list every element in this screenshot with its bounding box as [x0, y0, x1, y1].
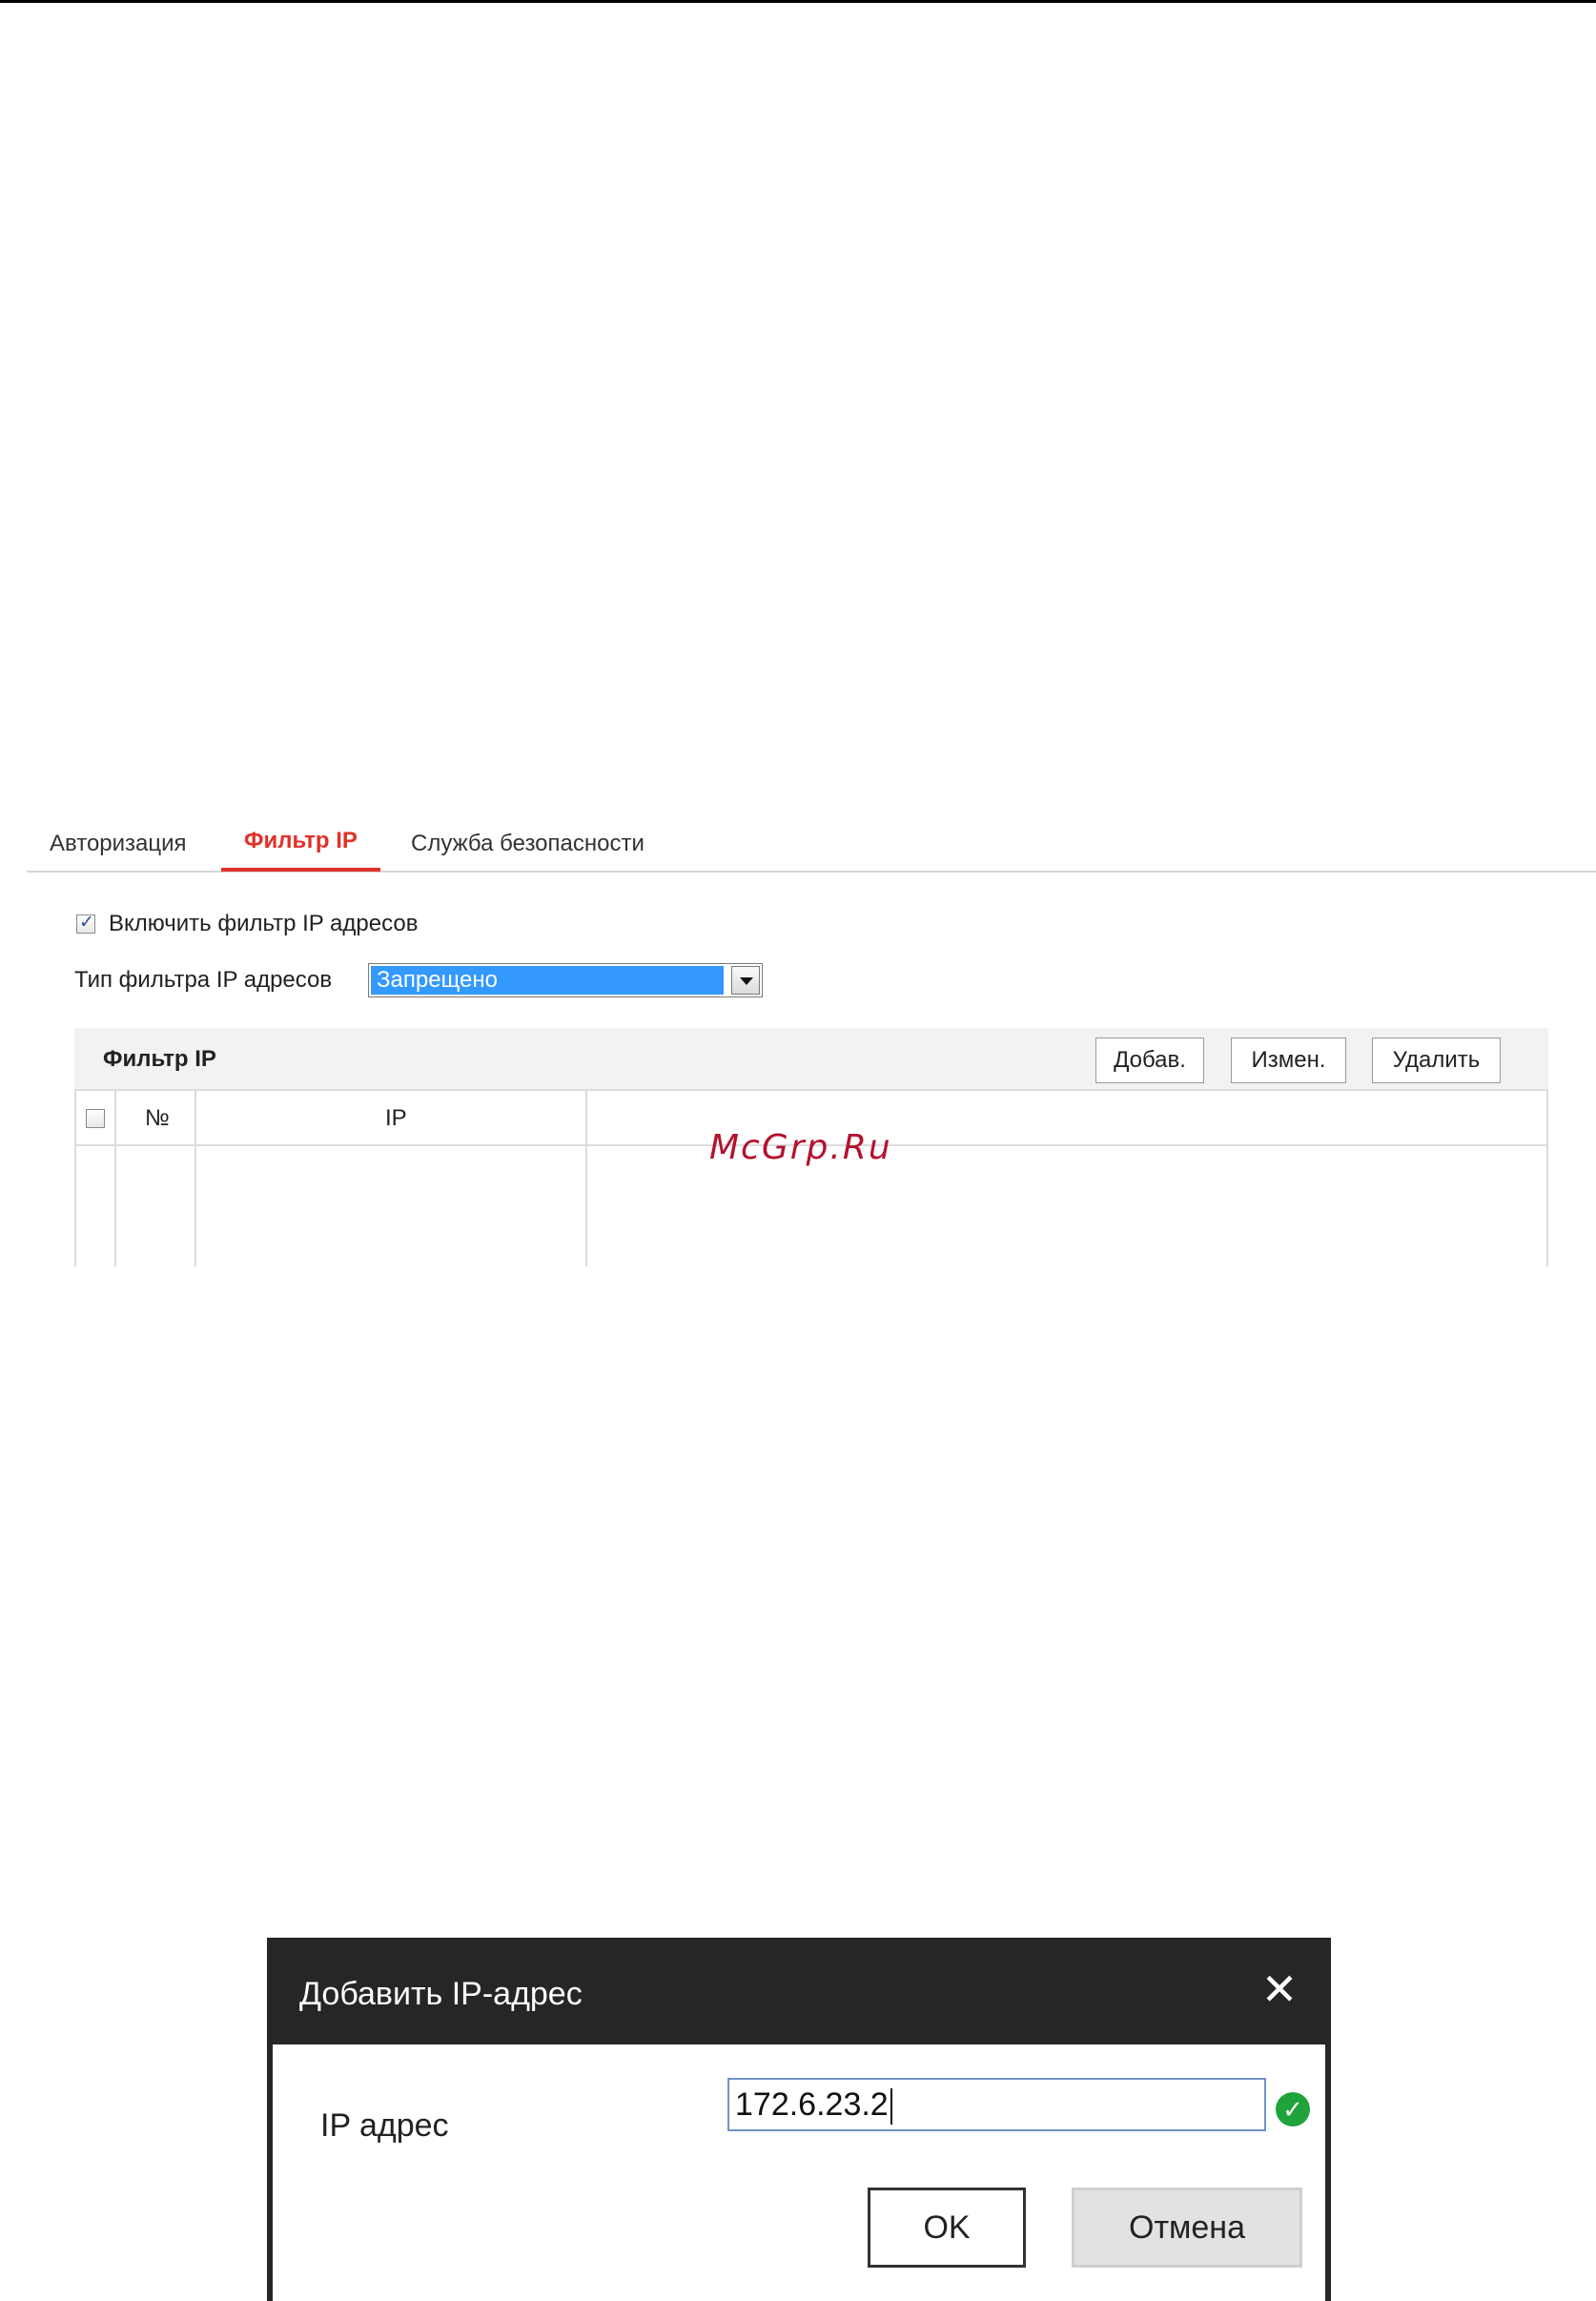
- filter-type-label: Тип фильтра IP адресов: [74, 967, 333, 993]
- enable-filter-checkbox[interactable]: [76, 912, 95, 934]
- cancel-button[interactable]: Отмена: [1072, 2188, 1302, 2268]
- select-all-checkbox[interactable]: [86, 1109, 105, 1128]
- filter-type-select[interactable]: Запрещено: [368, 963, 763, 997]
- enable-filter-label: Включить фильтр IP адресов: [109, 911, 419, 936]
- ip-filter-table: № IP: [74, 1089, 1548, 1266]
- ip-address-label: IP адрес: [320, 2107, 449, 2144]
- watermark: McGrp.Ru: [709, 1128, 892, 1167]
- ip-address-value: 172.6.23.2: [735, 2086, 889, 2123]
- filter-type-selected-value: Запрещено: [371, 966, 724, 995]
- ip-address-input[interactable]: 172.6.23.2: [727, 2078, 1266, 2131]
- tab-ip-filter[interactable]: Фильтр IP: [221, 828, 380, 872]
- ok-button[interactable]: OK: [868, 2188, 1026, 2268]
- tab-authorization[interactable]: Авторизация: [50, 831, 187, 857]
- column-header-number: №: [145, 1105, 170, 1131]
- ip-filter-header: Фильтр IP Добав. Измен. Удалить: [74, 1028, 1548, 1089]
- settings-tabs: Авторизация Фильтр IP Служба безопасност…: [27, 813, 1596, 873]
- column-divider: [114, 1089, 116, 1266]
- dialog-title: Добавить IP-адрес: [299, 1976, 583, 2012]
- add-button[interactable]: Добав.: [1095, 1038, 1204, 1083]
- column-divider: [585, 1089, 587, 1266]
- tab-security-service[interactable]: Служба безопасности: [411, 831, 645, 857]
- dialog-title-bar: Добавить IP-адрес ✕: [267, 1938, 1331, 2044]
- text-caret: [890, 2088, 892, 2126]
- close-icon[interactable]: ✕: [1257, 1966, 1302, 2012]
- enable-filter-row: Включить фильтр IP адресов: [76, 910, 418, 938]
- filter-type-row: Тип фильтра IP адресов Запрещено: [74, 963, 763, 997]
- page-top-rule: [0, 0, 1596, 3]
- chevron-down-icon[interactable]: [731, 966, 760, 995]
- check-circle-icon: ✓: [1276, 2092, 1310, 2126]
- column-header-ip: IP: [385, 1105, 407, 1131]
- add-ip-dialog: Добавить IP-адрес ✕ IP адрес 172.6.23.2 …: [267, 1938, 1331, 2301]
- edit-button[interactable]: Измен.: [1231, 1038, 1346, 1083]
- column-divider: [194, 1089, 196, 1266]
- ip-filter-title: Фильтр IP: [103, 1046, 216, 1072]
- dialog-body: IP адрес 172.6.23.2 ✓ OK Отмена: [273, 2044, 1325, 2301]
- delete-button[interactable]: Удалить: [1372, 1038, 1501, 1083]
